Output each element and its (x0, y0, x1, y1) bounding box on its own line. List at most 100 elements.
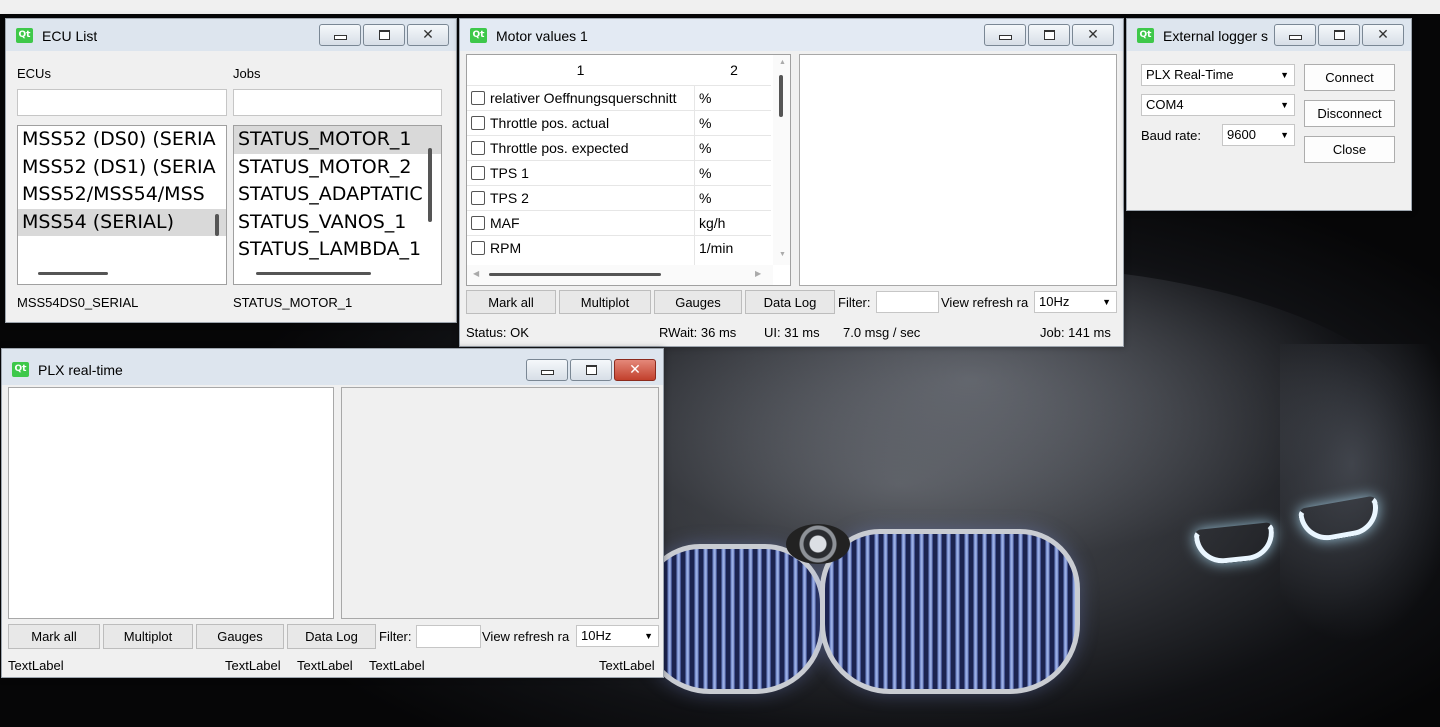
gauges-button[interactable]: Gauges (196, 624, 284, 649)
ecu-listbox[interactable]: MSS52 (DS0) (SERIA MSS52 (DS1) (SERIA MS… (17, 125, 227, 285)
minimize-icon (998, 34, 1012, 40)
qt-logo-icon: Qt (470, 28, 487, 43)
row-checkbox[interactable] (471, 116, 485, 130)
mark-all-button[interactable]: Mark all (8, 624, 100, 649)
job-list-item[interactable]: STATUS_ADAPTATIC (234, 181, 441, 209)
plx-realtime-window: Qt PLX real-time ✕ Mark all Multiplot Ga… (1, 348, 664, 678)
status-text: Status: OK (466, 325, 529, 340)
row-name: RPM (490, 240, 522, 256)
job-list-item-selected[interactable]: STATUS_MOTOR_1 (234, 126, 441, 154)
scroll-left-arrow-icon[interactable]: ◀ (473, 269, 479, 278)
external-logger-titlebar[interactable]: Qt External logger s ✕ (1127, 19, 1411, 51)
window-title: Motor values 1 (496, 28, 588, 44)
filter-input[interactable] (876, 291, 939, 313)
car-fender-highlight (1280, 344, 1440, 644)
row-checkbox[interactable] (471, 216, 485, 230)
gauges-button[interactable]: Gauges (654, 290, 742, 314)
job-vertical-scrollbar[interactable] (428, 148, 432, 222)
table-row[interactable]: TPS 1 % (467, 160, 771, 186)
close-button[interactable]: ✕ (407, 24, 449, 46)
qt-logo-icon: Qt (1137, 28, 1154, 43)
scroll-up-arrow-icon[interactable]: ▲ (779, 59, 786, 66)
multiplot-button[interactable]: Multiplot (103, 624, 193, 649)
port-dropdown[interactable]: COM4 ▼ (1141, 94, 1295, 116)
table-vertical-scrollbar[interactable]: ▲ ▼ (773, 55, 790, 265)
ecu-vertical-scrollbar[interactable] (215, 214, 219, 236)
ecu-filter-input[interactable] (17, 89, 227, 116)
table-horizontal-scrollbar[interactable]: ◀ ▶ (467, 265, 773, 285)
ecu-horizontal-scrollbar[interactable] (38, 272, 108, 275)
minimize-button[interactable] (526, 359, 568, 381)
row-checkbox[interactable] (471, 141, 485, 155)
minimize-button[interactable] (1274, 24, 1316, 46)
ecu-list-item[interactable]: MSS52 (DS0) (SERIA (18, 126, 226, 154)
disconnect-button[interactable]: Disconnect (1304, 100, 1395, 127)
filter-input[interactable] (416, 625, 481, 648)
motor-values-titlebar[interactable]: Qt Motor values 1 ✕ (460, 19, 1123, 51)
table-row[interactable]: RPM 1/min (467, 235, 771, 261)
row-checkbox[interactable] (471, 166, 485, 180)
job-list-item[interactable]: STATUS_LAMBDA_1 (234, 236, 441, 264)
multiplot-button[interactable]: Multiplot (559, 290, 651, 314)
job-list-item[interactable]: STATUS_MOTOR_2 (234, 154, 441, 182)
column-header-1[interactable]: 1 (467, 55, 694, 85)
ecus-label: ECUs (17, 66, 51, 81)
connect-button[interactable]: Connect (1304, 64, 1395, 91)
refresh-rate-dropdown[interactable]: 10Hz ▼ (1034, 291, 1117, 313)
table-row[interactable]: Throttle pos. actual % (467, 110, 771, 136)
ui-time-text: UI: 31 ms (764, 325, 820, 340)
ecu-list-item[interactable]: MSS52 (DS1) (SERIA (18, 154, 226, 182)
maximize-button[interactable] (363, 24, 405, 46)
table-row[interactable]: relativer Oeffnungsquerschnitt % (467, 85, 771, 111)
maximize-button[interactable] (570, 359, 612, 381)
close-button[interactable]: ✕ (1072, 24, 1114, 46)
maximize-button[interactable] (1028, 24, 1070, 46)
scroll-right-arrow-icon[interactable]: ▶ (755, 269, 761, 278)
mark-all-button[interactable]: Mark all (466, 290, 556, 314)
job-horizontal-scrollbar[interactable] (256, 272, 371, 275)
plx-values-table[interactable] (8, 387, 334, 619)
logger-type-dropdown[interactable]: PLX Real-Time ▼ (1141, 64, 1295, 86)
selected-job-label: STATUS_MOTOR_1 (233, 295, 353, 310)
scroll-thumb[interactable] (489, 273, 661, 276)
maximize-button[interactable] (1318, 24, 1360, 46)
chevron-down-icon: ▼ (644, 631, 653, 641)
table-row[interactable]: MAF kg/h (467, 210, 771, 236)
minimize-button[interactable] (984, 24, 1026, 46)
row-unit: % (699, 115, 712, 131)
column-header-2[interactable]: 2 (694, 55, 774, 85)
job-filter-input[interactable] (233, 89, 442, 116)
minimize-button[interactable] (319, 24, 361, 46)
baud-rate-dropdown[interactable]: 9600 ▼ (1222, 124, 1295, 146)
close-icon: ✕ (1377, 27, 1389, 43)
plx-titlebar[interactable]: Qt PLX real-time ✕ (2, 349, 663, 385)
row-unit: % (699, 90, 712, 106)
row-checkbox[interactable] (471, 91, 485, 105)
scroll-down-arrow-icon[interactable]: ▼ (779, 251, 786, 258)
motor-plot-area[interactable] (799, 54, 1117, 286)
ecu-list-item-selected[interactable]: MSS54 (SERIAL) (18, 208, 226, 236)
row-checkbox[interactable] (471, 191, 485, 205)
job-list-item[interactable]: STATUS_VANOS_1 (234, 209, 441, 237)
status-label-3: TextLabel (297, 658, 353, 673)
ecu-list-item[interactable]: MSS52/MSS54/MSS (18, 181, 226, 209)
data-log-button[interactable]: Data Log (287, 624, 376, 649)
chevron-down-icon: ▼ (1280, 70, 1289, 80)
close-button[interactable]: ✕ (614, 359, 656, 381)
close-logger-button[interactable]: Close (1304, 136, 1395, 163)
table-row[interactable]: Throttle pos. expected % (467, 135, 771, 161)
close-button[interactable]: ✕ (1362, 24, 1404, 46)
ecu-list-titlebar[interactable]: Qt ECU List ✕ (6, 19, 456, 51)
row-unit: 1/min (699, 240, 734, 256)
scroll-thumb[interactable] (779, 75, 783, 117)
table-row[interactable]: TPS 2 % (467, 185, 771, 211)
refresh-rate-dropdown[interactable]: 10Hz ▼ (576, 625, 659, 647)
motor-values-table[interactable]: 1 2 relativer Oeffnungsquerschnitt % Thr… (466, 54, 791, 286)
data-log-button[interactable]: Data Log (745, 290, 835, 314)
row-checkbox[interactable] (471, 241, 485, 255)
job-listbox[interactable]: STATUS_MOTOR_1 STATUS_MOTOR_2 STATUS_ADA… (233, 125, 442, 285)
plx-plot-area[interactable] (341, 387, 659, 619)
jobs-label: Jobs (233, 66, 261, 81)
row-name: TPS 1 (490, 165, 529, 181)
chevron-down-icon: ▼ (1280, 100, 1289, 110)
